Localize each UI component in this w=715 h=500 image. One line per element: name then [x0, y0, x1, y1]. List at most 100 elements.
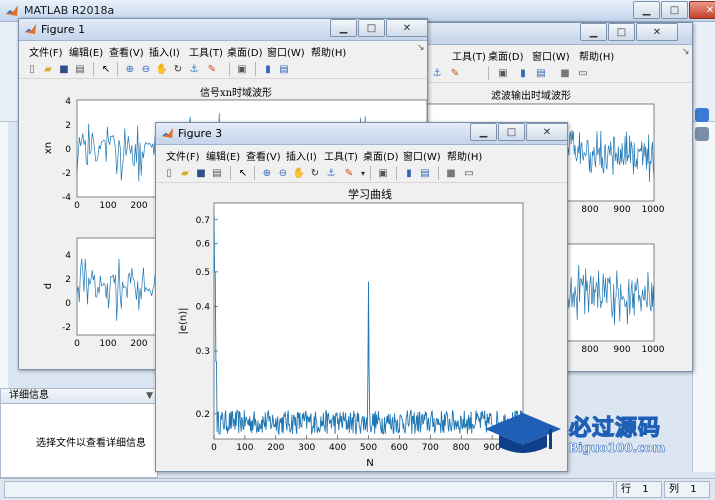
figure-3-data-cursor-icon[interactable]: ⚓	[324, 166, 338, 180]
chart-xtick-label: 400	[329, 443, 346, 453]
figure-3-menu-view[interactable]: 查看(V)	[246, 148, 281, 163]
figure-2-brush-icon[interactable]: ✎	[448, 66, 462, 80]
figure-1-pan-icon[interactable]: ✋	[155, 62, 169, 76]
watermark-logo: 必过源码 Biguo100.com	[483, 405, 703, 465]
figure-2-colorbar-icon[interactable]: ▮	[516, 66, 530, 80]
status-row-label: 行	[621, 484, 631, 495]
figure-3-rotate-icon[interactable]: ↻	[308, 166, 322, 180]
figure-2-menu-window[interactable]: 窗口(W)	[532, 48, 570, 63]
figure-1-rotate-icon[interactable]: ↻	[171, 62, 185, 76]
figure-3-toolbar: ▯ ▰ ■ ▤ ↖ ⊕ ⊖ ✋ ↻ ⚓ ✎ ▾ ▣ ▮ ▤ ■ ▭	[156, 163, 567, 183]
figure-1-titlebar[interactable]: Figure 1 ▁ □ ✕	[19, 19, 428, 41]
figure-1-menu-insert[interactable]: 插入(I)	[149, 44, 180, 59]
figure-3-minimize-button[interactable]: ▁	[470, 123, 497, 141]
figure-2-menu-tools[interactable]: 工具(T)	[452, 48, 486, 63]
figure-3-menu-help[interactable]: 帮助(H)	[447, 148, 482, 163]
figure-1-edit-plot-icon[interactable]: ↖	[99, 62, 113, 76]
figure-2-titlebar[interactable]: ▁ □ ✕	[424, 23, 692, 45]
figure-1-menu-view[interactable]: 查看(V)	[109, 44, 144, 59]
figure-3-legend-icon[interactable]: ▤	[418, 166, 432, 180]
chart-xtick-label: 500	[360, 443, 377, 453]
figure-3-menu-file[interactable]: 文件(F)	[166, 148, 200, 163]
figure-3-menu-tools[interactable]: 工具(T)	[324, 148, 358, 163]
figure-1-save-icon[interactable]: ■	[57, 62, 71, 76]
figure-1-menu-desktop[interactable]: 桌面(D)	[227, 44, 263, 59]
figure-3-edit-plot-icon[interactable]: ↖	[236, 166, 250, 180]
figure-2-show-tools-icon[interactable]: ▭	[576, 66, 590, 80]
figure-2-menu-desktop[interactable]: 桌面(D)	[488, 48, 524, 63]
matlab-maximize-button[interactable]: □	[661, 1, 688, 19]
figure-3-print-icon[interactable]: ▤	[210, 166, 224, 180]
figure-1-menu-overflow-icon[interactable]: ↘	[417, 43, 425, 53]
figure-1-menu-help[interactable]: 帮助(H)	[311, 44, 346, 59]
figure-2-maximize-button[interactable]: □	[608, 23, 635, 41]
figure-2-data-cursor-icon[interactable]: ⚓	[430, 66, 444, 80]
figure-2-menu-help[interactable]: 帮助(H)	[579, 48, 614, 63]
figure-2-link-plot-icon[interactable]: ▣	[496, 66, 510, 80]
figure-2-legend-icon[interactable]: ▤	[534, 66, 548, 80]
figure-2-bottom-xtick: 800	[581, 345, 598, 355]
figure-1-zoom-out-icon[interactable]: ⊖	[139, 62, 153, 76]
figure-3-pan-icon[interactable]: ✋	[292, 166, 306, 180]
details-panel-header[interactable]: 详细信息 ▼	[1, 389, 157, 404]
figure-3-zoom-in-icon[interactable]: ⊕	[260, 166, 274, 180]
figure-1-close-button[interactable]: ✕	[386, 19, 428, 37]
figure-1-bottom-xtick: 200	[130, 339, 147, 349]
chart-ytick-label: 0.7	[196, 216, 210, 226]
figure-1-toolbar: ▯ ▰ ■ ▤ ↖ ⊕ ⊖ ✋ ↻ ⚓ ✎ ▣ ▮ ▤	[19, 59, 427, 79]
figure-1-brush-icon[interactable]: ✎	[205, 62, 219, 76]
figure-2-bottom-xtick: 1000	[642, 345, 665, 355]
figure-1-top-ylabel: xn	[43, 142, 54, 154]
figure-1-menu-edit[interactable]: 编辑(E)	[69, 44, 103, 59]
figure-3-menu-edit[interactable]: 编辑(E)	[206, 148, 240, 163]
chart-ytick-label: 0.5	[196, 268, 210, 278]
figure-1-top-ytick: 2	[65, 121, 71, 131]
figure-1-menu-window[interactable]: 窗口(W)	[267, 44, 305, 59]
figure-1-zoom-in-icon[interactable]: ⊕	[123, 62, 137, 76]
figure-3-save-icon[interactable]: ■	[194, 166, 208, 180]
figure-1-legend-icon[interactable]: ▤	[277, 62, 291, 76]
status-message	[4, 481, 614, 498]
figure-1-maximize-button[interactable]: □	[358, 19, 385, 37]
chevron-down-icon[interactable]: ▼	[146, 389, 153, 403]
figure-2-close-button[interactable]: ✕	[636, 23, 678, 41]
figure-2-hide-tools-icon[interactable]: ■	[558, 66, 572, 80]
figure-2-menu-overflow-icon[interactable]: ↘	[682, 47, 690, 57]
figure-1-new-icon[interactable]: ▯	[25, 62, 39, 76]
figure-1-menu-tools[interactable]: 工具(T)	[189, 44, 223, 59]
figure-3-menu-desktop[interactable]: 桌面(D)	[363, 148, 399, 163]
status-col-value: 1	[690, 484, 697, 495]
figure-1-minimize-button[interactable]: ▁	[330, 19, 357, 37]
figure-3-link-plot-icon[interactable]: ▣	[376, 166, 390, 180]
figure-2-minimize-button[interactable]: ▁	[580, 23, 607, 41]
figure-3-brush-icon[interactable]: ✎	[342, 166, 356, 180]
figure-3-titlebar[interactable]: Figure 3 ▁ □ ✕	[156, 123, 568, 145]
help-icon[interactable]	[695, 108, 709, 122]
figure-2-top-title: 滤波输出时域波形	[491, 89, 571, 102]
figure-3-menu-window[interactable]: 窗口(W)	[403, 148, 441, 163]
figure-3-show-tools-icon[interactable]: ▭	[462, 166, 476, 180]
figure-1-bottom-ytick: 4	[65, 251, 71, 261]
figure-1-menu-file[interactable]: 文件(F)	[29, 44, 63, 59]
figure-1-open-icon[interactable]: ▰	[41, 62, 55, 76]
figure-1-top-xtick: 0	[74, 201, 80, 211]
matlab-close-button[interactable]: ✕	[689, 1, 715, 19]
figure-3-maximize-button[interactable]: □	[498, 123, 525, 141]
chart-xtick-label: 800	[453, 443, 470, 453]
figure-2-window-controls: ▁ □ ✕	[579, 23, 678, 41]
matlab-minimize-button[interactable]: ▁	[633, 1, 660, 19]
figure-3-close-button[interactable]: ✕	[526, 123, 568, 141]
figure-3-hide-tools-icon[interactable]: ■	[444, 166, 458, 180]
figure-1-bottom-ytick: 2	[65, 275, 71, 285]
figure-3-new-icon[interactable]: ▯	[162, 166, 176, 180]
figure-1-link-plot-icon[interactable]: ▣	[235, 62, 249, 76]
figure-3-open-icon[interactable]: ▰	[178, 166, 192, 180]
figure-1-colorbar-icon[interactable]: ▮	[261, 62, 275, 76]
figure-1-print-icon[interactable]: ▤	[73, 62, 87, 76]
search-icon[interactable]	[695, 127, 709, 141]
figure-1-data-cursor-icon[interactable]: ⚓	[187, 62, 201, 76]
figure-3-zoom-out-icon[interactable]: ⊖	[276, 166, 290, 180]
figure-3-colorbar-icon[interactable]: ▮	[402, 166, 416, 180]
figure-3-menu-insert[interactable]: 插入(I)	[286, 148, 317, 163]
figure-3-brush-dropdown-icon[interactable]: ▾	[356, 166, 370, 180]
